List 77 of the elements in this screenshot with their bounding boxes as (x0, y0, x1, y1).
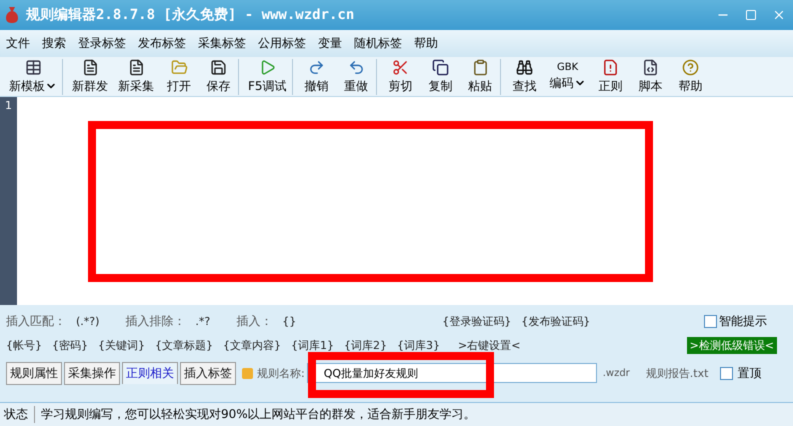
clipboard-icon (472, 58, 489, 76)
checkbox-label: 智能提示 (719, 312, 767, 330)
toolbar-button[interactable]: GBK 编码 (544, 62, 591, 92)
insert-label: 插入： (236, 312, 272, 330)
money-bag-icon (4, 6, 20, 24)
status-message: 学习规则编写，您可以轻松实现对90%以上网站平台的群发，适合新手朋友学习。 (41, 406, 476, 423)
toolbar-button[interactable]: 查找 (504, 58, 545, 94)
toolbar-button[interactable]: 脚本 (630, 58, 671, 94)
maximize-icon (745, 9, 757, 21)
insert-label: 插入匹配： (6, 312, 66, 330)
toolbar-button[interactable]: 撤销 (296, 58, 337, 94)
tab[interactable]: 正则相关 (122, 362, 178, 384)
toolbar-button[interactable]: F5调试 (243, 58, 293, 94)
insert-label: 插入排除： (125, 312, 186, 330)
tab[interactable]: 插入标签 (180, 362, 236, 384)
menu-item[interactable]: 登录标签 (78, 35, 126, 52)
menu-item[interactable]: 公用标签 (258, 35, 306, 52)
toolbar-button[interactable]: 帮助 (670, 58, 711, 94)
tag-link[interactable]: {帐号} (6, 338, 42, 352)
tag-link[interactable]: {文章内容} (223, 338, 281, 352)
menu-item[interactable]: 文件 (6, 35, 30, 52)
line-number: 1 (5, 99, 13, 112)
close-icon (772, 8, 786, 22)
file-extension: .wzdr (602, 368, 630, 378)
toolbar-button[interactable]: 正则 (590, 58, 631, 94)
tag-link[interactable]: {密码} (52, 338, 88, 352)
rule-name-field[interactable]: QQ批量加好友规则 (306, 363, 597, 383)
info-icon (242, 368, 253, 378)
toolbar-button[interactable]: 粘贴 (460, 58, 501, 94)
toolbar-button[interactable]: 新群发 (67, 58, 113, 94)
tab[interactable]: 采集操作 (64, 362, 120, 384)
report-link[interactable]: 规则报告.txt (646, 366, 708, 380)
copy-icon (432, 58, 450, 76)
binoculars-icon (516, 58, 534, 76)
checkbox[interactable] (704, 314, 717, 328)
window-title: 规则编辑器2.8.7.8 [永久免费] - www.wzdr.cn (26, 6, 356, 24)
checkbox-label: 置顶 (737, 364, 762, 382)
checkbox[interactable] (720, 366, 734, 380)
tab[interactable]: 规则属性 (6, 362, 62, 384)
document-icon (82, 58, 98, 76)
tag-link[interactable]: {登录验证码} (442, 314, 512, 328)
redo-icon (308, 58, 326, 76)
check-errors-button[interactable]: >检测低级错误< (686, 336, 777, 354)
folder-icon (170, 58, 188, 76)
field-label: 规则名称: (257, 366, 305, 380)
document-warning-icon (602, 58, 620, 76)
toolbar-button[interactable]: 复制 (420, 58, 461, 94)
menu-item[interactable]: 采集标签 (198, 35, 246, 52)
encoding-label: GBK (556, 62, 578, 72)
menu-item[interactable]: 变量 (318, 35, 342, 52)
tag-link[interactable]: {发布验证码} (521, 314, 590, 328)
menu-item[interactable]: 随机标签 (354, 35, 402, 52)
toolbar-button[interactable]: 剪切 (380, 58, 421, 94)
table-icon (24, 58, 42, 76)
tag-link[interactable]: {词库3} (397, 338, 440, 352)
tag-link[interactable]: {词库2} (344, 338, 387, 352)
insert-value[interactable]: {} (282, 314, 296, 328)
help-icon (682, 58, 700, 76)
insert-value[interactable]: (.*?) (76, 314, 100, 328)
menu-item[interactable]: 搜索 (42, 35, 66, 52)
tag-link[interactable]: {关键词} (98, 338, 145, 352)
menu-item[interactable]: 帮助 (414, 35, 438, 52)
tag-link[interactable]: {词库1} (291, 338, 334, 352)
script-icon (642, 58, 660, 76)
toolbar-button[interactable]: 重做 (336, 58, 377, 94)
toolbar-button[interactable]: 打开 (159, 58, 199, 94)
undo-icon (348, 58, 365, 76)
scissors-icon (392, 58, 410, 76)
insert-value[interactable]: .*? (195, 314, 210, 328)
toolbar-button[interactable]: 新模板 (4, 58, 63, 94)
menu-item[interactable]: 发布标签 (138, 35, 186, 52)
tag-link[interactable]: {文章标题} (155, 338, 213, 352)
settings-link[interactable]: >右键设置< (458, 338, 520, 352)
toolbar-button[interactable]: 新采集 (113, 58, 159, 94)
status-label: 状态 (4, 406, 35, 423)
toolbar-button[interactable]: 保存 (199, 58, 239, 94)
document-icon (128, 58, 144, 76)
